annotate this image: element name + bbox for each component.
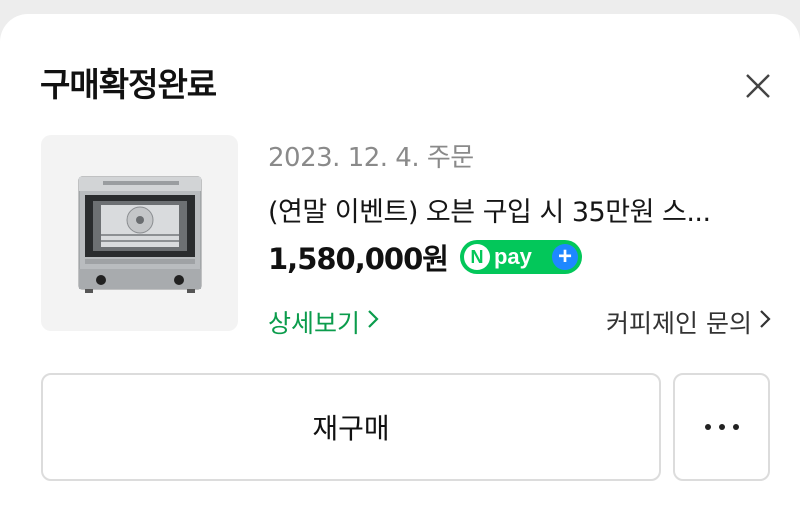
- chevron-right-icon: [366, 307, 380, 337]
- rebuy-button[interactable]: 재구매: [41, 373, 661, 481]
- page-title: 구매확정완료: [40, 65, 217, 104]
- npay-plus-badge: N pay +: [459, 240, 582, 274]
- detail-link-label: 상세보기: [268, 309, 361, 338]
- npay-n-icon: N: [463, 244, 490, 270]
- rebuy-button-label: 재구매: [312, 412, 390, 445]
- detail-link[interactable]: 상세보기: [268, 304, 380, 340]
- plus-icon: +: [551, 244, 578, 270]
- product-name[interactable]: (연말 이벤트) 오븐 구입 시 35만원 스...: [268, 190, 772, 229]
- more-horizontal-icon: [701, 424, 743, 430]
- product-price: 1,580,000원: [268, 242, 449, 276]
- chevron-right-icon: [758, 307, 772, 337]
- product-thumbnail[interactable]: [41, 135, 238, 331]
- npay-label: pay: [493, 244, 532, 269]
- order-date: 2023. 12. 4. 주문: [268, 143, 474, 173]
- order-card: 구매확정완료 2023. 12. 4. 주문 (연말 이벤트) 오븐 구입 시 …: [0, 14, 800, 513]
- seller-inquiry-link[interactable]: 커피제인 문의: [606, 304, 772, 340]
- more-button[interactable]: [673, 373, 770, 481]
- seller-inquiry-label: 커피제인 문의: [606, 309, 752, 338]
- close-icon[interactable]: [738, 66, 778, 106]
- price-row: 1,580,000원 N pay +: [268, 236, 582, 278]
- oven-image: [78, 176, 202, 293]
